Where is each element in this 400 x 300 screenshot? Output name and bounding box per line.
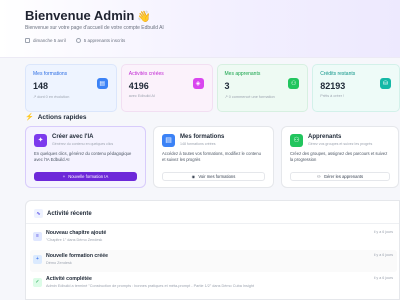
activity-description: Admin Edbuild a terminé "Construction de… xyxy=(46,284,255,288)
page-title: Bienvenue Admin 👋 xyxy=(25,8,152,23)
recent-activity-heading: ∿ Activité récente xyxy=(34,209,92,218)
action-card-courses[interactable]: ▤ Mes formations 148 formations créées A… xyxy=(153,126,274,188)
welcome-header: Bienvenue Admin 👋 Bienvenue sur votre pag… xyxy=(0,0,400,58)
sparkle-icon: ✦ xyxy=(34,134,47,147)
users-icon: ⚇ xyxy=(288,78,300,89)
divider xyxy=(26,223,399,224)
book-icon: ▤ xyxy=(162,134,175,147)
activity-time: il y a 6 jours xyxy=(373,276,393,280)
action-card-learners[interactable]: ⚇ Apprenants Gérez vos groupes et suivez… xyxy=(281,126,399,188)
activity-title: Activité complétée xyxy=(46,276,92,282)
eye-icon: ◉ xyxy=(191,174,196,179)
new-ai-course-button[interactable]: + Nouvelle formation IA xyxy=(34,172,137,181)
dashboard-page: Bienvenue Admin 👋 Bienvenue sur votre pag… xyxy=(0,0,400,300)
calendar-icon xyxy=(25,38,30,43)
plus-icon: + xyxy=(62,174,66,179)
manage-learners-button[interactable]: ⚇ Gérer les apprenants xyxy=(290,172,390,181)
check-icon: ✓ xyxy=(33,278,42,287)
wave-icon: 👋 xyxy=(137,11,152,23)
stat-label: Mes formations xyxy=(33,71,68,77)
layers-icon: ◈ xyxy=(192,78,204,89)
activity-item[interactable]: ≡ Nouveau chapitre ajouté "Chapitre 1" d… xyxy=(30,227,397,249)
stat-note: ↗ 0 commencé une formation xyxy=(224,95,275,99)
stat-card-credits[interactable]: Crédits restants 82193 Prêts à créer ! ⛁ xyxy=(312,64,400,112)
stat-card-activities[interactable]: Activités créées 4196 avec Edbuild AI ◈ xyxy=(120,64,213,112)
activity-icon: ∿ xyxy=(34,209,43,218)
view-courses-button[interactable]: ◉ Voir mes formations xyxy=(162,172,265,181)
stat-note: Prêts à créer ! xyxy=(320,94,345,98)
activity-time: il y a 6 jours xyxy=(373,230,393,234)
stat-card-learners[interactable]: Mes apprenants 3 ↗ 0 commencé une format… xyxy=(216,64,309,112)
date-meta: dimanche 5 avril xyxy=(25,38,66,43)
action-subtitle: Gérez vos groupes et suivez les progrès xyxy=(308,142,373,146)
activity-item[interactable]: ✓ Activité complétée Admin Edbuild a ter… xyxy=(30,273,397,295)
action-description: En quelques clics, générez du contenu pé… xyxy=(34,151,132,162)
chapter-icon: ≡ xyxy=(33,232,42,241)
action-description: Accédez à toutes vos formations, modifie… xyxy=(162,151,261,162)
stat-note: ↗ dont 0 en évolution xyxy=(33,95,70,99)
learners-meta: 5 apprenants inscrits xyxy=(75,38,125,43)
stat-label: Mes apprenants xyxy=(224,71,261,77)
stat-label: Crédits restants xyxy=(320,71,356,77)
bolt-icon: ⚡ xyxy=(25,114,34,121)
header-meta: dimanche 5 avril 5 apprenants inscrits xyxy=(25,38,125,43)
credits-icon: ⛁ xyxy=(380,78,392,89)
stat-card-formations[interactable]: Mes formations 148 ↗ dont 0 en évolution… xyxy=(25,64,117,112)
users-icon: ⚇ xyxy=(290,134,303,147)
activity-title: Nouveau chapitre ajouté xyxy=(46,230,107,236)
action-title: Créer avec l'IA xyxy=(52,134,94,140)
activity-time: il y a 6 jours xyxy=(373,253,393,257)
course-icon: + xyxy=(33,255,42,264)
book-icon: ▤ xyxy=(96,78,108,89)
action-description: Créez des groupes, assignez des parcours… xyxy=(290,151,388,162)
quick-actions: ✦ Créer avec l'IA Générez du contenu en … xyxy=(25,126,400,188)
action-title: Mes formations xyxy=(180,134,225,140)
activity-item[interactable]: + Nouvelle formation créée Démo Zendesk … xyxy=(30,250,397,272)
activity-title: Nouvelle formation créée xyxy=(46,253,108,259)
action-card-ai[interactable]: ✦ Créer avec l'IA Générez du contenu en … xyxy=(25,126,146,188)
stat-label: Activités créées xyxy=(128,71,164,77)
activity-description: Démo Zendesk xyxy=(46,261,72,265)
recent-activity-panel: ∿ Activité récente ≡ Nouveau chapitre aj… xyxy=(25,200,400,300)
stat-note: avec Edbuild AI xyxy=(128,94,155,98)
action-subtitle: 148 formations créées xyxy=(180,142,216,146)
activity-list: ≡ Nouveau chapitre ajouté "Chapitre 1" d… xyxy=(30,227,397,296)
action-subtitle: Générez du contenu en quelques clics xyxy=(52,142,114,146)
action-title: Apprenants xyxy=(308,134,342,140)
activity-description: "Chapitre 1" dans Démo Zendesk xyxy=(46,238,103,242)
page-subtitle: Bienvenue sur votre page d'accueil de vo… xyxy=(25,25,164,31)
users-icon xyxy=(75,38,81,43)
stats-row: Mes formations 148 ↗ dont 0 en évolution… xyxy=(25,64,400,112)
quick-actions-heading: ⚡ Actions rapides xyxy=(25,113,87,122)
users-icon: ⚇ xyxy=(316,174,321,179)
